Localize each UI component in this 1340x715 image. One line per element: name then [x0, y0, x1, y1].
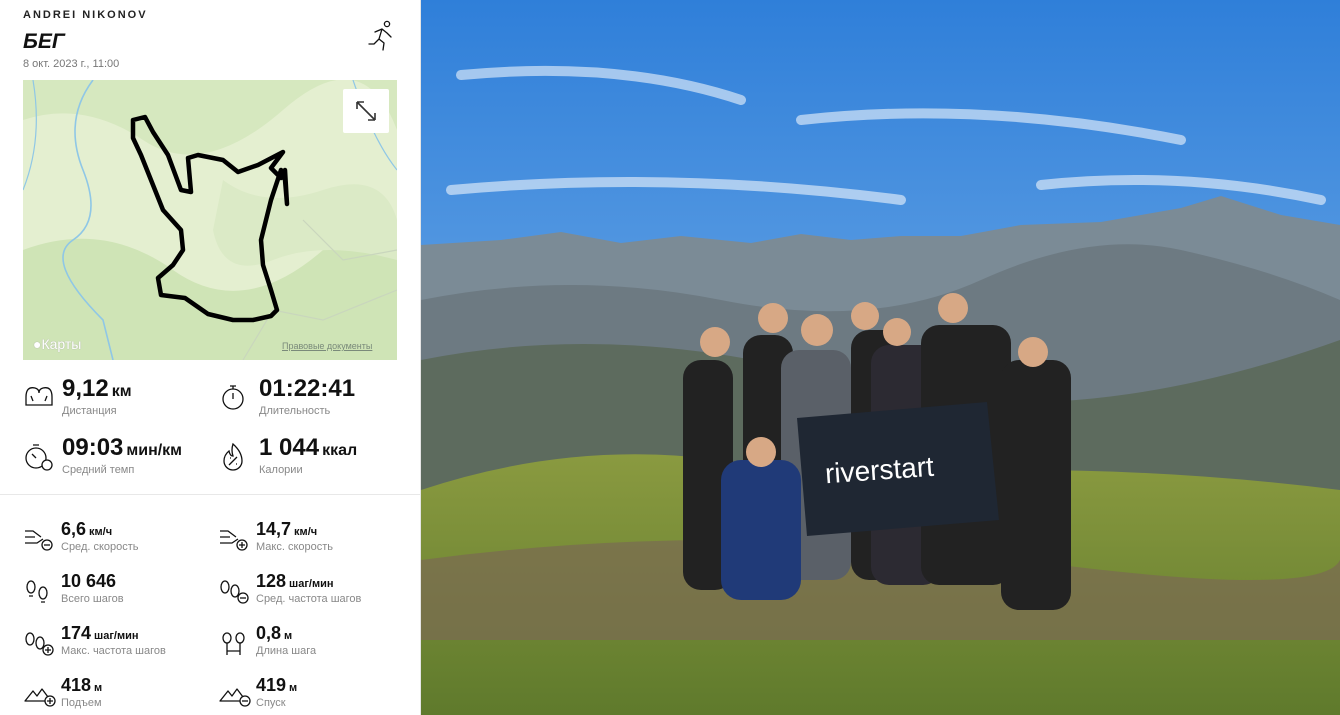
cadence-avg-icon [220, 580, 249, 604]
distance-icon [25, 387, 53, 406]
user-name: ANDREI NIKONOV [23, 9, 148, 21]
activity-type: БЕГ [23, 30, 65, 53]
route-map[interactable] [23, 80, 397, 360]
runner-icon [368, 20, 392, 51]
descent-icon [219, 688, 251, 707]
cadence-max-icon [25, 632, 54, 656]
maps-logo: ●Карты [33, 336, 82, 352]
speed-avg-icon [25, 530, 53, 551]
activity-panel: ANDREI NIKONOV БЕГ 8 окт. 2023 г., 11:00… [0, 0, 421, 715]
divider [0, 494, 420, 495]
stopwatch-icon [222, 385, 244, 410]
expand-icon [356, 101, 376, 121]
pace-icon [25, 444, 53, 471]
stride-icon [222, 632, 245, 655]
calories-icon [223, 442, 243, 471]
ascent-icon [24, 688, 56, 707]
legal-link[interactable]: Правовые документы [282, 341, 372, 351]
group-photo: riverstart [421, 0, 1340, 715]
expand-map-button[interactable] [343, 89, 389, 133]
speed-max-icon [220, 530, 248, 551]
activity-date: 8 окт. 2023 г., 11:00 [23, 58, 120, 70]
steps-icon [26, 580, 48, 603]
